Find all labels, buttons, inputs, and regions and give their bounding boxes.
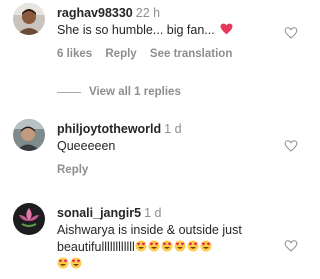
- heart-eyes-emoji-icon: [174, 240, 186, 252]
- heart-eyes-emoji-icon: [70, 257, 82, 269]
- comment-text-line: beautifullllllllllll: [57, 239, 276, 256]
- like-heart-icon[interactable]: [284, 139, 298, 153]
- heart-eyes-emoji-icon: [187, 240, 199, 252]
- like-heart-icon[interactable]: [284, 26, 298, 40]
- comment-text: Aishwarya is inside & outside just beaut…: [57, 222, 276, 273]
- reply-button[interactable]: Reply: [57, 164, 88, 176]
- comment-username[interactable]: philjoytotheworld: [57, 122, 161, 136]
- pink-heart-icon: [220, 23, 233, 35]
- heart-eyes-emoji-icon: [148, 240, 160, 252]
- comment-text-content: She is so humble... big fan...: [57, 23, 215, 37]
- comment-time: 22 h: [135, 6, 161, 20]
- view-replies-button[interactable]: View all 1 replies: [57, 86, 181, 98]
- view-replies-label: View all 1 replies: [89, 86, 181, 98]
- heart-eyes-emoji-icon: [135, 240, 147, 252]
- comment-text-content: beautifullllllllllll: [57, 240, 135, 254]
- avatar[interactable]: [13, 119, 45, 151]
- avatar[interactable]: [13, 3, 45, 35]
- like-heart-icon[interactable]: [284, 239, 298, 253]
- heart-eyes-emoji-icon: [200, 240, 212, 252]
- likes-count[interactable]: 6 likes: [57, 48, 92, 60]
- heart-eyes-emoji-icon: [57, 257, 69, 269]
- comment-username[interactable]: sonali_jangir5: [57, 206, 141, 220]
- reply-divider: [57, 91, 81, 93]
- comment-text-line: Aishwarya is inside & outside just: [57, 223, 242, 237]
- comment-text: She is so humble... big fan...: [57, 22, 276, 39]
- see-translation-button[interactable]: See translation: [150, 48, 232, 60]
- comment-username[interactable]: raghav98330: [57, 6, 133, 20]
- emoji-group: [57, 256, 276, 273]
- avatar[interactable]: [13, 203, 45, 235]
- emoji-group: [135, 240, 213, 254]
- reply-button[interactable]: Reply: [105, 48, 136, 60]
- heart-eyes-emoji-icon: [161, 240, 173, 252]
- comment-time: 1 d: [164, 122, 182, 136]
- comment-actions: Reply: [57, 164, 276, 176]
- comment-time: 1 d: [144, 206, 162, 220]
- comment-text: Queeeeen: [57, 139, 116, 153]
- comment-actions: 6 likes Reply See translation: [57, 48, 276, 60]
